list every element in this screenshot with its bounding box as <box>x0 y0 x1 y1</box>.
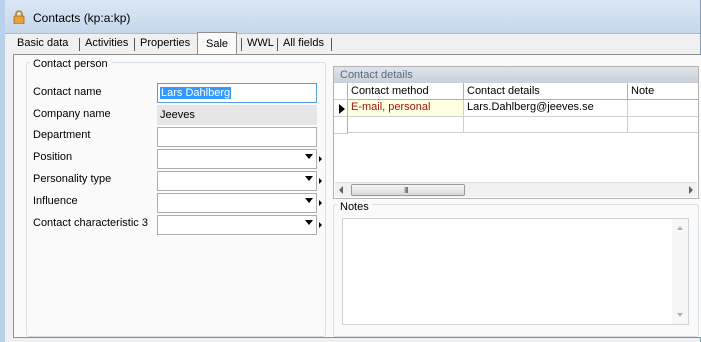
tab-bar: Basic data Activities Properties Sale WW… <box>13 32 694 55</box>
column-header-contact-method[interactable]: Contact method <box>348 83 464 100</box>
column-header-note[interactable]: Note <box>628 83 698 100</box>
scroll-up-icon[interactable] <box>677 226 683 230</box>
company-name-label: Company name <box>33 108 111 120</box>
influence-label: Influence <box>33 195 78 207</box>
notes-textarea[interactable] <box>342 218 689 325</box>
tab-all-fields[interactable]: All fields <box>279 34 328 54</box>
notes-vertical-scrollbar[interactable] <box>672 219 688 324</box>
title-bar: Contacts (kp:a:kp) <box>5 0 700 34</box>
expand-arrow-icon[interactable] <box>319 200 322 206</box>
tab-separator <box>277 38 278 51</box>
chevron-down-icon[interactable] <box>305 220 313 225</box>
new-row-cell[interactable] <box>464 117 628 133</box>
horizontal-scrollbar[interactable]: III <box>335 182 697 197</box>
scroll-grip: III <box>404 186 409 195</box>
table-cell-contact-details[interactable]: Lars.Dahlberg@jeeves.se <box>464 100 628 117</box>
current-row-arrow-icon <box>339 104 345 114</box>
contact-name-label: Contact name <box>33 86 102 98</box>
chevron-down-icon[interactable] <box>305 154 313 159</box>
column-header-contact-details[interactable]: Contact details <box>464 83 628 100</box>
contact-person-legend: Contact person <box>30 58 111 70</box>
tab-sale[interactable]: Sale <box>197 32 237 55</box>
current-row-indicator <box>334 100 348 117</box>
new-row-cell[interactable] <box>348 117 464 133</box>
contact-details-title: Contact details <box>334 67 698 83</box>
contacts-window: Contacts (kp:a:kp) Basic data Activities… <box>0 0 701 342</box>
tab-properties[interactable]: Properties <box>136 34 194 54</box>
tab-wwl[interactable]: WWL <box>243 34 278 54</box>
lock-icon <box>13 10 25 24</box>
contact-characteristic-3-combo[interactable] <box>157 215 317 235</box>
grid-corner <box>334 83 348 100</box>
tab-separator <box>331 38 332 51</box>
tab-separator <box>241 38 242 51</box>
company-name-field: Jeeves <box>157 105 317 125</box>
table-cell-note[interactable] <box>628 100 698 117</box>
notes-container <box>333 204 699 337</box>
sale-tab-panel: Contact person Contact name Lars Dahlber… <box>13 54 701 338</box>
scroll-right-icon[interactable] <box>689 186 693 194</box>
chevron-down-icon[interactable] <box>305 198 313 203</box>
scroll-left-icon[interactable] <box>339 186 343 194</box>
contact-details-grid: Contact details Contact method Contact d… <box>333 66 699 199</box>
position-combo[interactable] <box>157 149 317 169</box>
contact-name-field[interactable]: Lars Dahlberg <box>157 83 317 103</box>
new-row-indicator <box>334 117 348 134</box>
tab-activities[interactable]: Activities <box>81 34 132 54</box>
department-label: Department <box>33 129 91 141</box>
table-cell-contact-method[interactable]: E-mail, personal <box>348 100 464 117</box>
personality-type-combo[interactable] <box>157 171 317 191</box>
position-label: Position <box>33 151 73 163</box>
scroll-down-icon[interactable] <box>677 313 683 317</box>
expand-arrow-icon[interactable] <box>319 178 322 184</box>
influence-combo[interactable] <box>157 193 317 213</box>
tab-separator <box>134 38 135 51</box>
expand-arrow-icon[interactable] <box>319 156 322 162</box>
chevron-down-icon[interactable] <box>305 176 313 181</box>
window-title: Contacts (kp:a:kp) <box>33 11 131 25</box>
tab-separator <box>79 38 80 51</box>
contact-characteristic-3-label: Contact characteristic 3 <box>33 217 148 229</box>
personality-type-label: Personality type <box>33 173 112 185</box>
expand-arrow-icon[interactable] <box>319 222 322 228</box>
contact-name-value: Lars Dahlberg <box>160 87 232 99</box>
department-field[interactable] <box>157 127 317 147</box>
new-row-cell[interactable] <box>628 117 698 133</box>
scrollbar-thumb[interactable]: III <box>351 184 465 196</box>
tab-basic-data[interactable]: Basic data <box>13 34 72 54</box>
